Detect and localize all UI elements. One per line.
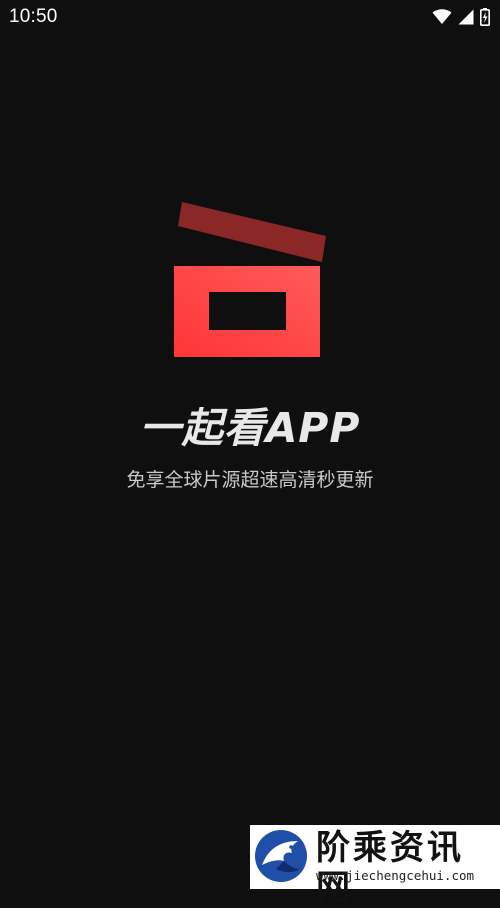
battery-charging-icon	[480, 8, 490, 26]
status-bar: 10:50	[0, 0, 500, 34]
status-time: 10:50	[9, 6, 58, 27]
cell-signal-icon	[458, 9, 474, 25]
watermark-banner: 阶乘资讯网 www.jiechengcehui.com	[250, 825, 500, 908]
eagle-logo-icon	[254, 829, 308, 883]
clapperboard-logo-icon	[172, 200, 328, 360]
watermark-url: www.jiechengcehui.com	[316, 868, 475, 883]
app-title: 一起看APP	[139, 404, 361, 452]
app-subtitle: 免享全球片源超速高清秒更新	[126, 469, 374, 491]
wifi-icon	[432, 9, 452, 25]
status-icons	[432, 7, 490, 27]
